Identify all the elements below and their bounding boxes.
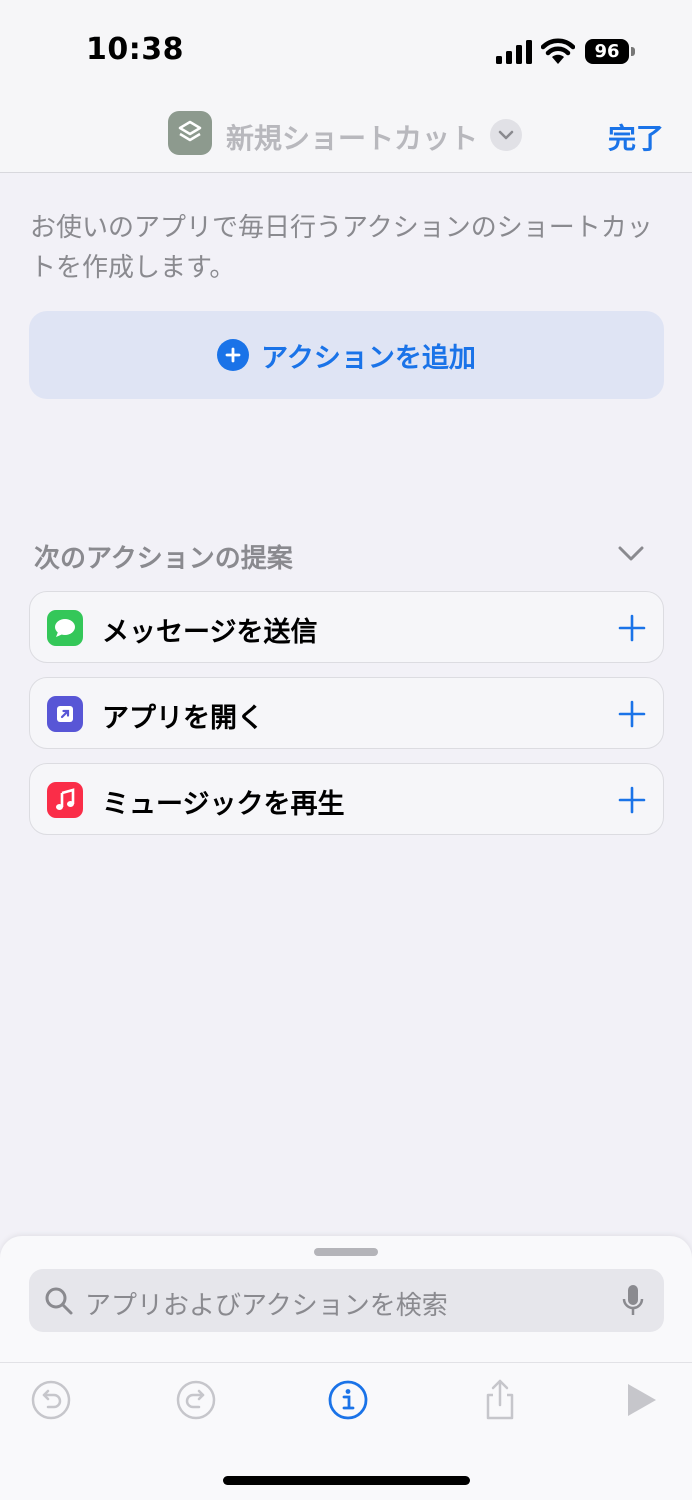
chevron-down-icon[interactable] — [490, 119, 522, 151]
wifi-icon — [541, 38, 575, 64]
add-action-button[interactable]: アクションを追加 — [29, 311, 664, 399]
battery-tip — [631, 47, 635, 56]
music-icon — [47, 782, 83, 818]
home-indicator — [223, 1476, 470, 1485]
suggestion-label: メッセージを送信 — [102, 617, 318, 648]
info-icon[interactable] — [326, 1378, 370, 1422]
add-icon[interactable] — [617, 699, 647, 729]
toolbar-divider — [0, 1362, 692, 1363]
shortcuts-icon[interactable] — [168, 111, 212, 155]
add-action-label: アクションを追加 — [261, 342, 476, 374]
suggestion-label: ミュージックを再生 — [102, 789, 345, 820]
suggestion-play-music[interactable]: ミュージックを再生 — [29, 763, 664, 835]
suggestion-open-app[interactable]: アプリを開く — [29, 677, 664, 749]
sheet-grabber[interactable] — [314, 1248, 378, 1256]
action-search-sheet: アプリおよびアクションを検索 — [0, 1236, 692, 1500]
search-input[interactable]: アプリおよびアクションを検索 — [29, 1269, 664, 1332]
done-button[interactable]: 完了 — [608, 117, 664, 157]
redo-icon[interactable] — [174, 1378, 218, 1422]
microphone-icon[interactable] — [621, 1283, 645, 1319]
cellular-signal-icon — [496, 40, 532, 64]
messages-icon — [47, 610, 83, 646]
share-icon[interactable] — [478, 1378, 522, 1422]
search-icon — [45, 1287, 73, 1315]
shortcut-description: お使いのアプリで毎日行うアクションのショートカットを作成します。 — [30, 213, 653, 283]
add-icon[interactable] — [617, 785, 647, 815]
battery-indicator: 96 — [585, 39, 629, 64]
status-bar: 10:38 96 — [0, 0, 692, 100]
undo-icon[interactable] — [29, 1378, 73, 1422]
shortcut-title[interactable]: 新規ショートカット — [226, 117, 478, 157]
play-icon[interactable] — [620, 1378, 664, 1422]
nav-bar: 新規ショートカット 完了 — [0, 100, 692, 173]
suggestion-send-message[interactable]: メッセージを送信 — [29, 591, 664, 663]
suggestion-label: アプリを開く — [102, 703, 264, 734]
status-time: 10:38 — [86, 32, 184, 67]
suggestions-header: 次のアクションの提案 — [34, 544, 293, 574]
collapse-chevron-icon[interactable] — [616, 543, 646, 565]
search-placeholder: アプリおよびアクションを検索 — [85, 1291, 448, 1321]
plus-circle-icon — [217, 339, 250, 371]
open-app-icon — [47, 696, 83, 732]
add-icon[interactable] — [617, 613, 647, 643]
